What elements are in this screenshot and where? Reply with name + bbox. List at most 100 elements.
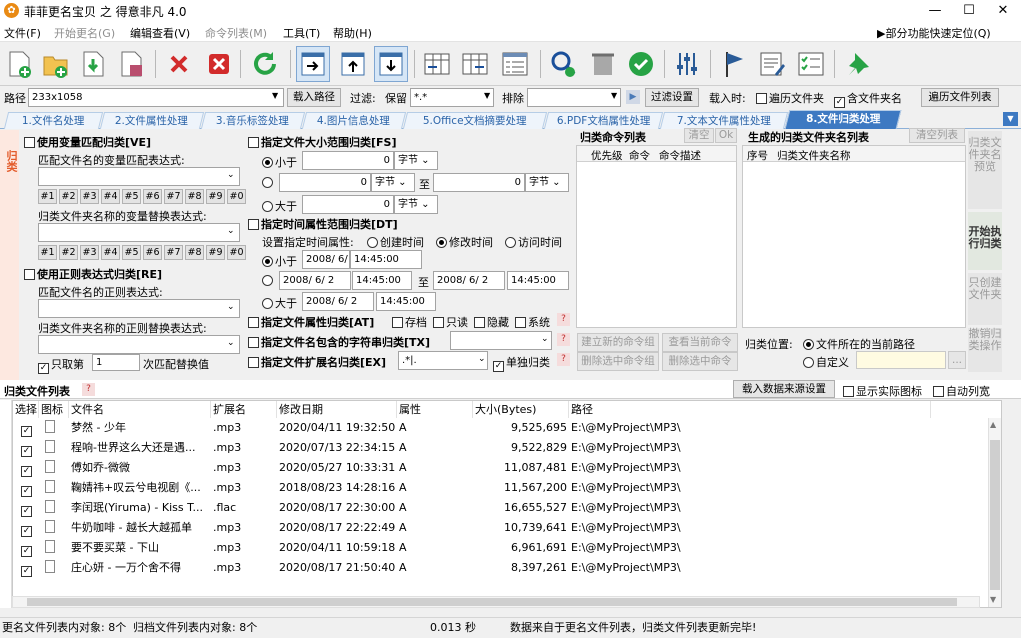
row-select-checkbox[interactable]: ✓ [21,526,32,537]
dt-less-date[interactable]: 2008/ 6/ 2 [302,250,350,269]
dt-checkbox[interactable]: 指定时间属性范围归类[DT] [248,216,398,232]
dt-access-radio[interactable]: 访问时间 [505,234,562,250]
ve-rep-num-7[interactable]: #7 [164,245,183,260]
menu-file[interactable]: 文件(F) [4,25,41,41]
tab-filename[interactable]: 1.文件名处理 [3,112,104,129]
ve-replace-input[interactable] [38,223,240,242]
table-row[interactable]: ✓ 要不要买菜 - 下山 .mp3 2020/04/11 10:59:18 A 6,961… [13,538,988,558]
cell-select[interactable]: ✓ [21,498,34,518]
path-input[interactable]: 233x1058 [28,88,284,107]
flag-icon[interactable] [718,46,752,82]
ve-rep-num-8[interactable]: #8 [185,245,204,260]
dt-modify-radio[interactable]: 修改时间 [436,234,493,250]
fs-greater-unit-select[interactable]: 字节 ⌄ [394,195,438,214]
table-row[interactable]: ✓ 庄心妍 - 一万个舍不得 .mp3 2020/08/17 21:50:40 A 8,3… [13,558,988,578]
col-attributes[interactable]: 属性 [397,401,473,418]
move-down-icon[interactable] [374,46,408,82]
ve-rep-num-0[interactable]: #0 [227,245,246,260]
fs-range-from-input[interactable]: 0 [279,173,371,192]
dt-range-from-time[interactable]: 14:45:00 [352,271,412,290]
ve-rep-num-2[interactable]: #2 [59,245,78,260]
menu-start-rename[interactable]: 开始更名(G) [54,25,115,41]
tab-file-attributes[interactable]: 2.文件属性处理 [99,112,205,129]
classify-list-help-icon[interactable]: ? [82,383,95,396]
close-button[interactable]: ✕ [986,0,1020,22]
table-row[interactable]: ✓ 牛奶咖啡 - 越长大越孤单 .mp3 2020/08/17 22:22:49 A 10… [13,518,988,538]
row-select-checkbox[interactable]: ✓ [21,566,32,577]
vertical-scrollbar[interactable]: ▲ ▼ [988,418,1001,607]
ex-checkbox[interactable]: 指定文件扩展名归类[EX] [248,354,386,370]
clear-all-icon[interactable] [202,46,236,82]
dt-range-radio[interactable] [262,274,275,287]
row-select-checkbox[interactable]: ✓ [21,506,32,517]
re-replace-input[interactable] [38,335,240,354]
col-size[interactable]: 大小(Bytes) [473,401,569,418]
row-select-checkbox[interactable]: ✓ [21,486,32,497]
path-dropdown-icon[interactable]: ▼ [272,91,278,100]
confirm-icon[interactable] [624,46,658,82]
tx-dropdown-icon[interactable]: ⌄ [541,334,549,344]
create-folders-only-button[interactable]: 只创建文件夹 [968,273,1002,325]
ve-rep-num-3[interactable]: #3 [80,245,99,260]
ve-rep-num-4[interactable]: #4 [101,245,120,260]
table-row[interactable]: ✓ 程响-世界这么大还是遇... .mp3 2020/07/13 22:34:15 A 9… [13,438,988,458]
menu-command-list[interactable]: 命令列表(M) [205,25,267,41]
re-only-take-input[interactable]: 1 [92,354,140,371]
maximize-button[interactable]: ☐ [952,0,986,22]
table-row[interactable]: ✓ 傅如乔-微微 .mp3 2020/05/27 10:33:31 A 11,087,48… [13,458,988,478]
dt-range-from-date[interactable]: 2008/ 6/ 2 [279,271,351,290]
col-modified[interactable]: 修改日期 [277,401,397,418]
fs-range-to-unit[interactable]: 字节 ⌄ [525,173,569,192]
new-file-icon[interactable] [2,46,36,82]
keep-filter-input[interactable]: *.* [410,88,494,107]
at-help-icon[interactable]: ? [557,313,570,326]
col-path[interactable]: 路径 [569,401,931,418]
move-up-icon[interactable] [336,46,370,82]
delete-icon[interactable] [162,46,196,82]
re-only-take-checkbox[interactable]: ✓ 只取第 [38,356,84,374]
dt-greater-date[interactable]: 2008/ 6/ 2 [302,292,374,311]
save-list-icon[interactable] [114,46,148,82]
checklist-icon[interactable] [498,46,532,82]
tx-input[interactable] [450,331,552,350]
at-hidden-checkbox[interactable]: 隐藏 [474,314,509,330]
cell-select[interactable]: ✓ [21,458,34,478]
at-readonly-checkbox[interactable]: 只读 [433,314,468,330]
add-folder-icon[interactable] [38,46,72,82]
re-match-dropdown-icon[interactable]: ⌄ [227,302,235,312]
find-icon[interactable] [546,46,580,82]
dt-less-radio[interactable]: 小于 [262,253,297,269]
dt-create-radio[interactable]: 创建时间 [367,234,424,250]
new-cmd-group-button[interactable]: 建立新的命令组 [577,333,659,352]
row-select-checkbox[interactable]: ✓ [21,466,32,477]
check-options-icon[interactable] [794,46,828,82]
row-select-checkbox[interactable]: ✓ [21,426,32,437]
fs-greater-input[interactable]: 0 [302,195,394,214]
ve-match-dropdown-icon[interactable]: ⌄ [227,170,235,180]
ex-dropdown-icon[interactable]: ⌄ [478,354,486,364]
load-source-settings-button[interactable]: 载入数据来源设置 [733,380,835,398]
table-row[interactable]: ✓ 李闰珉(Yiruma) - Kiss T... .flac 2020/08/17 … [13,498,988,518]
start-classify-button[interactable]: 开始执行归类 [968,212,1002,270]
fs-greater-radio[interactable]: 大于 [262,198,297,214]
ve-num-0[interactable]: #0 [227,189,246,204]
tx-checkbox[interactable]: 指定文件名包含的字符串归类[TX] [248,334,430,350]
tab-music-tags[interactable]: 3.音乐标签处理 [200,112,306,129]
filter-settings-button[interactable]: 过滤设置 [645,88,699,107]
undo-icon[interactable] [586,46,620,82]
ve-replace-dropdown-icon[interactable]: ⌄ [227,226,235,236]
dt-range-to-date[interactable]: 2008/ 6/ 2 [433,271,505,290]
fs-range-from-unit[interactable]: 字节 ⌄ [371,173,415,192]
move-right-icon[interactable] [296,46,330,82]
column-left-icon[interactable] [420,46,454,82]
ex-help-icon[interactable]: ? [557,353,570,366]
tab-pdf-properties[interactable]: 6.PDF文档属性处理 [543,112,664,129]
ve-num-7[interactable]: #7 [164,189,183,204]
quick-locate-menu[interactable]: ▶部分功能快速定位(Q) [877,25,991,41]
scroll-down-icon[interactable]: ▼ [990,595,996,604]
menu-edit-view[interactable]: 编辑查看(V) [130,25,190,41]
cell-select[interactable]: ✓ [21,518,34,538]
tab-office-summary[interactable]: 5.Office文档摘要处理 [402,112,548,129]
ve-rep-num-9[interactable]: #9 [206,245,225,260]
col-filename[interactable]: 文件名 [69,401,211,418]
